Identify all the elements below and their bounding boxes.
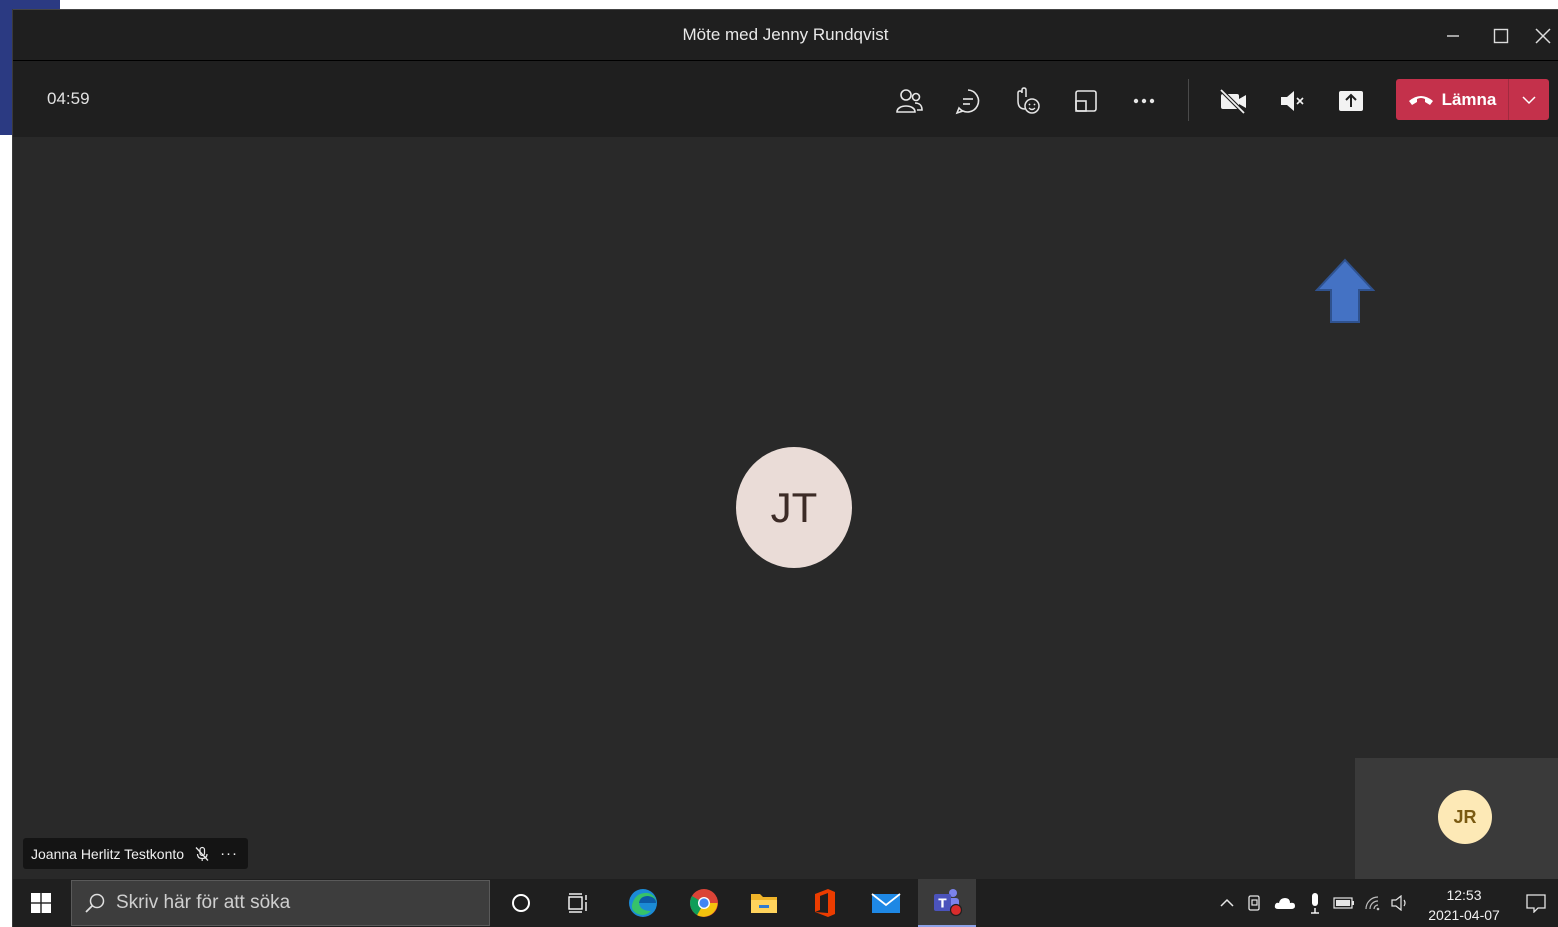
show-hidden-icons-button[interactable] <box>1215 879 1239 927</box>
mic-toggle-button[interactable] <box>1272 81 1312 121</box>
cortana-icon <box>512 894 530 912</box>
file-explorer-button[interactable] <box>742 879 786 927</box>
tray-microphone[interactable] <box>1304 879 1326 927</box>
tray-volume[interactable] <box>1389 879 1413 927</box>
close-icon <box>1535 28 1551 44</box>
chrome-icon <box>690 889 718 917</box>
people-icon <box>896 89 923 113</box>
chrome-browser-button[interactable] <box>682 879 726 927</box>
microphone-icon <box>1311 893 1319 914</box>
taskbar-search-box[interactable]: Skriv här för att söka <box>71 880 490 926</box>
minimize-button[interactable] <box>1433 18 1473 54</box>
teams-icon: T <box>934 889 963 917</box>
mail-button[interactable] <box>864 879 908 927</box>
svg-text:T: T <box>938 897 947 911</box>
participant-avatar: JT <box>736 447 852 568</box>
cloud-icon <box>1274 898 1295 909</box>
leave-options-button[interactable] <box>1509 79 1549 120</box>
chat-button[interactable] <box>948 81 988 121</box>
chevron-up-icon <box>1220 898 1234 907</box>
participant-more-button[interactable]: ··· <box>220 845 238 862</box>
camera-off-icon <box>1219 88 1246 115</box>
search-placeholder: Skriv här för att söka <box>116 892 291 913</box>
title-bar: Möte med Jenny Rundqvist <box>13 9 1558 60</box>
mail-icon <box>871 893 901 913</box>
chevron-down-icon <box>1522 95 1536 104</box>
tray-battery[interactable] <box>1332 879 1356 927</box>
maximize-button[interactable] <box>1481 18 1521 54</box>
task-view-icon <box>568 893 587 913</box>
clock-date: 2021-04-07 <box>1428 907 1500 923</box>
meeting-timer: 04:59 <box>47 89 90 108</box>
maximize-icon <box>1493 28 1509 44</box>
participant-name-tag: Joanna Herlitz Testkonto ··· <box>23 838 249 869</box>
more-actions-button[interactable] <box>1124 81 1164 121</box>
meet-now-icon <box>1248 895 1260 911</box>
camera-toggle-button[interactable] <box>1213 81 1253 121</box>
reactions-icon <box>1017 87 1040 114</box>
cortana-button[interactable] <box>501 879 541 927</box>
participant-name: Joanna Herlitz Testkonto <box>31 845 185 862</box>
rooms-icon <box>1075 90 1097 112</box>
minimize-icon <box>1447 35 1459 37</box>
office-icon <box>815 889 835 917</box>
windows-taskbar: Skriv här för att söka T 12:53 2021-04-0… <box>13 879 1558 927</box>
notifications-icon <box>1526 894 1546 913</box>
meeting-toolbar: 04:59 Lämna <box>13 60 1558 137</box>
windows-logo-icon <box>31 893 51 913</box>
tray-onedrive[interactable] <box>1272 879 1298 927</box>
action-center-button[interactable] <box>1519 879 1553 927</box>
task-view-button[interactable] <box>559 879 599 927</box>
teams-taskbar-button[interactable]: T <box>918 879 976 927</box>
tray-meet-now[interactable] <box>1243 879 1267 927</box>
close-button[interactable] <box>1527 18 1558 54</box>
self-avatar: JR <box>1438 790 1492 844</box>
taskbar-clock[interactable]: 12:53 2021-04-07 <box>1421 885 1507 925</box>
clock-time: 12:53 <box>1446 887 1482 903</box>
office-button[interactable] <box>803 879 847 927</box>
tray-network[interactable] <box>1362 879 1384 927</box>
teams-meeting-window: Möte med Jenny Rundqvist 04:59 Lämna JT … <box>12 9 1558 927</box>
share-screen-button[interactable] <box>1331 81 1371 121</box>
leave-button[interactable]: Lämna <box>1396 79 1508 120</box>
edge-icon <box>629 889 657 917</box>
battery-icon <box>1333 897 1354 909</box>
mic-muted-icon <box>1281 91 1304 111</box>
search-icon <box>85 893 105 913</box>
leave-label: Lämna <box>1441 89 1497 109</box>
decorative-blue-bar <box>0 0 12 135</box>
leave-button-group: Lämna <box>1396 79 1549 120</box>
wifi-icon <box>1365 896 1380 911</box>
toolbar-divider <box>1188 79 1189 121</box>
breakout-rooms-button[interactable] <box>1066 81 1106 121</box>
self-video-tile[interactable]: JR <box>1355 758 1558 879</box>
call-stage: JT JR Joanna Herlitz Testkonto ··· <box>13 137 1558 879</box>
mic-off-icon <box>195 846 209 861</box>
chat-icon <box>955 89 980 115</box>
start-button[interactable] <box>21 879 61 927</box>
folder-icon <box>751 894 777 913</box>
share-screen-icon <box>1339 91 1363 111</box>
speaker-icon <box>1391 895 1406 911</box>
participants-button[interactable] <box>889 81 929 121</box>
more-icon <box>1133 98 1155 104</box>
edge-browser-button[interactable] <box>621 879 665 927</box>
window-title: Möte med Jenny Rundqvist <box>682 25 889 44</box>
arrow-up-annotation <box>1315 258 1375 323</box>
reactions-button[interactable] <box>1007 81 1047 121</box>
hang-up-icon <box>1408 95 1433 105</box>
